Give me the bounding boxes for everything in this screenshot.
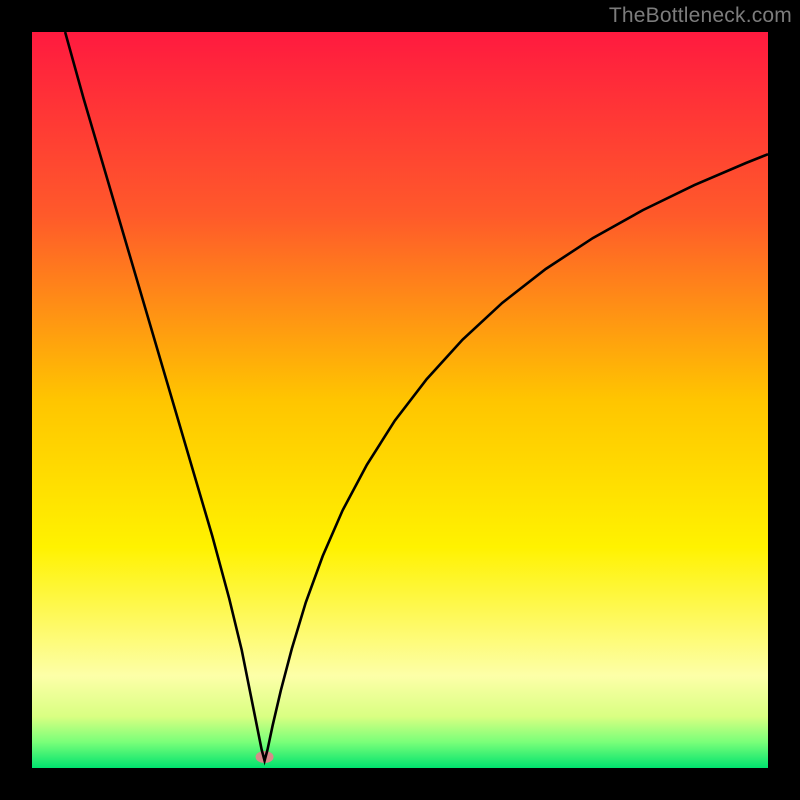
chart-svg [32,32,768,768]
gradient-background [32,32,768,768]
plot-area [32,32,768,768]
chart-frame: TheBottleneck.com [0,0,800,800]
watermark-text: TheBottleneck.com [609,4,792,28]
